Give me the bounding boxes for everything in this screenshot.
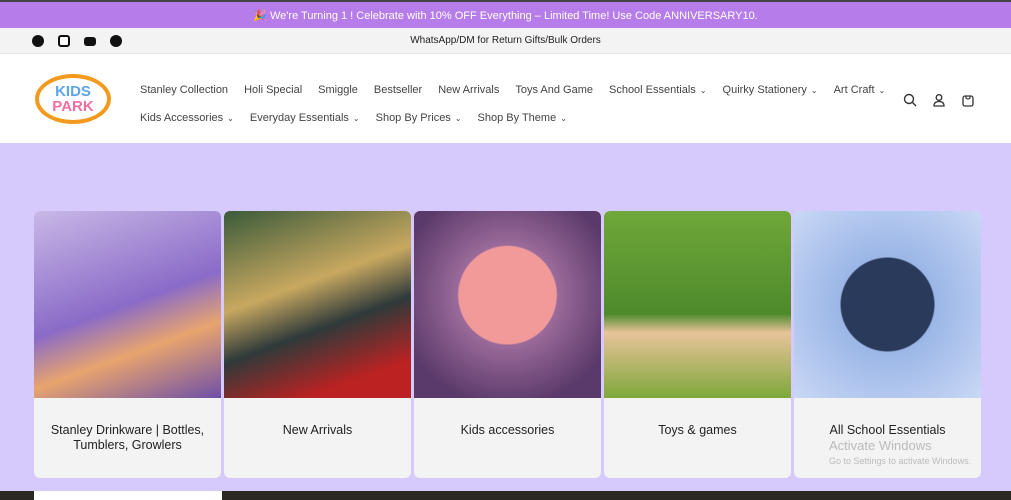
nav-item[interactable]: Stanley Collection (140, 84, 228, 96)
search-icon[interactable] (902, 92, 917, 107)
nav-item[interactable]: Everyday Essentials ⌄ (250, 112, 360, 124)
main-nav: Stanley Collection Holi Special Smiggle Bes… (140, 76, 885, 132)
chevron-down-icon: ⌄ (227, 114, 234, 123)
nav-item[interactable]: Holi Special (244, 84, 302, 96)
instagram-icon[interactable] (58, 34, 70, 47)
logo-line1: KIDS (55, 83, 91, 100)
nav-item-label: Smiggle (318, 84, 358, 96)
collection-image (34, 211, 221, 398)
collection-title: Toys & games (658, 423, 737, 437)
nav-item[interactable]: Art Craft ⌄ (834, 84, 886, 96)
chevron-down-icon: ⌄ (878, 86, 886, 95)
nav-item-label: Quirky Stationery (722, 84, 807, 96)
collection-image (794, 211, 981, 398)
social-links (32, 34, 122, 47)
collection-title: Stanley Drinkware | Bottles, Tumblers, G… (50, 423, 205, 452)
collection-card[interactable]: Toys & games (604, 211, 791, 478)
collection-title: Kids accessories (460, 423, 555, 437)
chevron-down-icon: ⌄ (352, 114, 360, 123)
nav-item-label: Shop By Prices (375, 112, 451, 124)
pinterest-icon[interactable] (110, 34, 122, 47)
collection-image (414, 211, 601, 398)
nav-item[interactable]: Smiggle (318, 84, 358, 96)
activate-windows-subtitle: Go to Settings to activate Windows. (829, 456, 972, 466)
nav-item[interactable]: School Essentials ⌄ (609, 84, 707, 96)
nav-item-label: School Essentials (608, 84, 696, 96)
nav-item[interactable]: Kids Accessories ⌄ (140, 112, 234, 124)
nav-item[interactable]: Toys And Game (515, 84, 593, 96)
site-header: KIDS PARK Stanley Collection Holi Special S… (0, 53, 1011, 143)
nav-item[interactable]: Quirky Stationery ⌄ (723, 84, 818, 96)
collection-card[interactable]: Stanley Drinkware | Bottles, Tumblers, G… (34, 211, 221, 478)
chevron-down-icon: ⌄ (699, 86, 707, 95)
utility-message: WhatsApp/DM for Return Gifts/Bulk Orders (410, 35, 601, 46)
nav-item-label: New Arrivals (438, 84, 500, 96)
nav-item[interactable]: Shop By Prices ⌄ (376, 112, 462, 124)
logo-line2: PARK (52, 98, 94, 115)
nav-item-label: Everyday Essentials (249, 112, 349, 124)
nav-item-label: Shop By Theme (477, 112, 557, 124)
announcement-text: 🎉 We're Turning 1 ! Celebrate with 10% O… (253, 9, 758, 22)
nav-item-label: Holi Special (244, 84, 303, 96)
facebook-icon[interactable] (32, 34, 44, 47)
chevron-down-icon: ⌄ (454, 114, 462, 123)
activate-windows-title: Activate Windows (829, 438, 932, 453)
nav-item-label: Toys And Game (515, 84, 593, 96)
account-icon[interactable] (931, 92, 946, 107)
collection-card[interactable]: New Arrivals (224, 211, 411, 478)
collection-card[interactable]: Kids accessories (414, 211, 601, 478)
nav-item-label: Kids Accessories (140, 112, 224, 124)
next-section-strip (0, 491, 1011, 500)
nav-item[interactable]: New Arrivals (438, 84, 499, 96)
announcement-bar: 🎉 We're Turning 1 ! Celebrate with 10% O… (0, 0, 1011, 28)
cart-icon[interactable] (960, 92, 975, 107)
youtube-icon[interactable] (84, 36, 96, 46)
nav-item-label: Bestseller (373, 84, 423, 96)
nav-item-label: Art Craft (833, 84, 875, 96)
utility-bar: WhatsApp/DM for Return Gifts/Bulk Orders (0, 28, 1011, 53)
chevron-down-icon: ⌄ (560, 114, 567, 123)
collection-title: New Arrivals (282, 423, 353, 437)
nav-item-label: Stanley Collection (140, 84, 229, 96)
nav-item[interactable]: Shop By Theme ⌄ (478, 112, 567, 124)
logo[interactable]: KIDS PARK (35, 74, 111, 124)
nav-item[interactable]: Bestseller (374, 84, 422, 96)
collection-image (604, 211, 791, 398)
chevron-down-icon: ⌄ (810, 86, 818, 95)
collection-image (224, 211, 411, 398)
